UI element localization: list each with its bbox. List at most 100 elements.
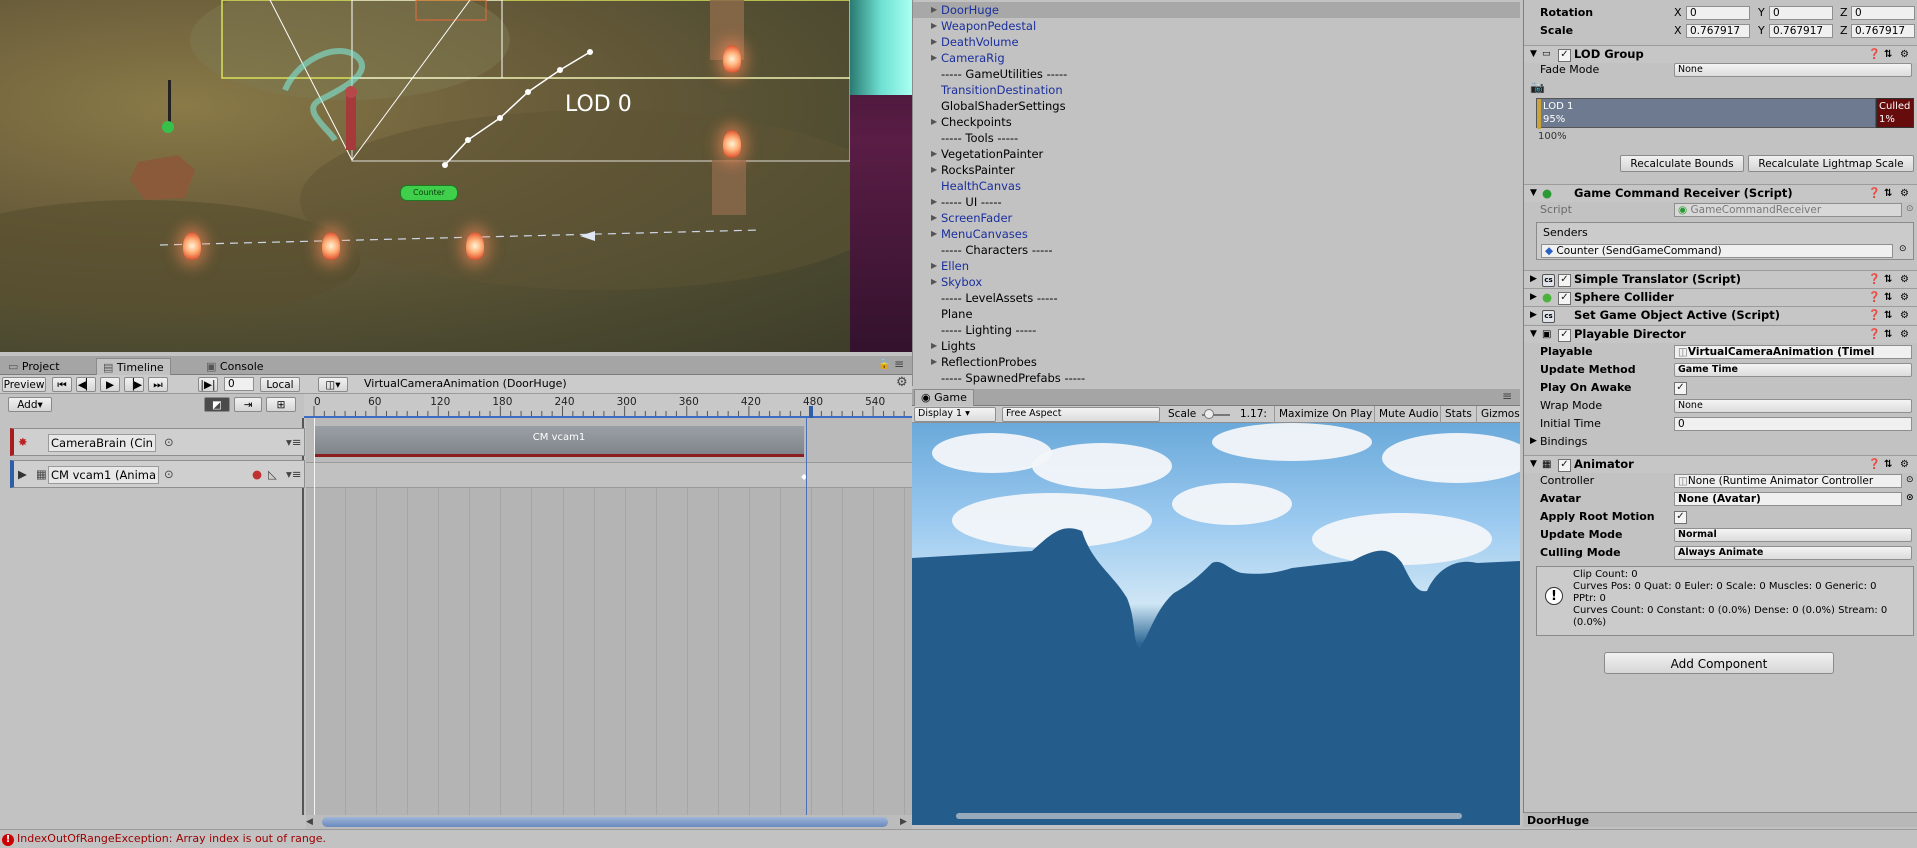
gear-icon[interactable]: ⚙ [1900,185,1909,202]
frame-field[interactable]: 0 [224,377,254,391]
scale-y-field[interactable]: 0.767917 [1769,24,1833,38]
scale-slider-knob[interactable] [1204,409,1214,419]
maximize-on-play-button[interactable]: Maximize On Play [1274,406,1372,423]
culling-mode-dropdown[interactable]: Always Animate [1674,546,1912,560]
hierarchy-item[interactable]: ▶ VegetationPainter [913,146,1520,162]
rotation-x-field[interactable]: 0 [1686,6,1750,20]
expand-arrow-icon[interactable]: ▶ [931,210,937,226]
enabled-checkbox[interactable]: ✓ [1558,292,1571,305]
menu-icon[interactable]: ≡ [894,357,904,371]
game-view-canvas[interactable] [912,423,1520,825]
foldout-icon[interactable]: ▼ [1530,326,1537,343]
stats-button[interactable]: Stats [1440,406,1472,423]
hierarchy-item[interactable]: ▶ ----- UI ----- [913,194,1520,210]
preset-icon[interactable]: ⇅ [1884,456,1892,473]
scroll-left-icon[interactable]: ◀ [306,817,313,827]
playhead-handle[interactable] [809,406,813,418]
hierarchy-item[interactable]: ----- Tools ----- [913,130,1520,146]
enabled-checkbox[interactable]: ✓ [1558,274,1571,287]
hierarchy-item[interactable]: ▶ RocksPainter [913,162,1520,178]
next-frame-icon[interactable]: ▕▶ [124,377,144,392]
hierarchy-item[interactable]: ▶ CameraRig [913,50,1520,66]
hierarchy-item[interactable]: ▶ Skybox [913,274,1520,290]
target-icon[interactable]: ⊙ [164,429,174,455]
camera-icon[interactable]: 📷 [1530,80,1545,94]
preset-icon[interactable]: ⇅ [1884,185,1892,202]
foldout-icon[interactable]: ▼ [1530,185,1537,202]
initial-time-field[interactable]: 0 [1674,417,1912,431]
menu-icon[interactable]: ≡ [1502,389,1512,403]
hierarchy-item[interactable]: ▶ Ellen [913,258,1520,274]
expand-arrow-icon[interactable]: ▶ [931,34,937,50]
track-camera-brain[interactable]: ✸ CameraBrain (Cin ⊙ ▾≡ [10,428,305,456]
tab-project[interactable]: ▭ Project [2,358,66,375]
apply-root-motion-checkbox[interactable]: ✓ [1674,511,1687,524]
gear-icon[interactable]: ⚙ [1900,307,1909,324]
help-icon[interactable]: ❓ [1868,185,1880,202]
playhead-line[interactable] [806,418,807,815]
object-picker-icon[interactable]: ⊙ [1899,244,1907,254]
lod1-bar[interactable]: LOD 1 95% [1536,98,1876,129]
scroll-thumb[interactable] [322,817,888,827]
help-icon[interactable]: ❓ [1868,307,1880,324]
expand-arrow-icon[interactable]: ▶ [931,194,937,210]
help-icon[interactable]: ❓ [1868,456,1880,473]
enabled-checkbox[interactable]: ✓ [1558,459,1571,472]
mute-audio-button[interactable]: Mute Audio [1374,406,1438,423]
animator-header[interactable]: ▼ ▦ ✓ Animator ❓ ⇅ ⚙ [1524,455,1917,473]
curve-icon[interactable]: ◺ [268,461,277,487]
snap-mode-icon[interactable]: ⊞ [266,397,296,412]
hierarchy-item[interactable]: ----- Lighting ----- [913,322,1520,338]
expand-toggle-icon[interactable]: ▶ [18,461,27,487]
expand-arrow-icon[interactable]: ▶ [931,338,937,354]
simple-translator-header[interactable]: ▶ cs ✓ Simple Translator (Script) ❓ ⇅ ⚙ [1524,270,1917,288]
play-range-icon[interactable]: |▶| [198,377,218,392]
object-picker-icon[interactable]: ⊙ [1906,490,1914,507]
playable-field[interactable]: ◫VirtualCameraAnimation (Timel [1674,345,1912,359]
foldout-closed-icon[interactable]: ▶ [1530,307,1537,324]
expand-arrow-icon[interactable]: ▶ [931,146,937,162]
culled-bar[interactable]: Culled 1% [1876,98,1914,128]
game-scrollbar[interactable] [956,813,1462,819]
timeline-clip-area[interactable]: CM vcam1 ◆ [306,418,912,815]
game-command-receiver-header[interactable]: ▼ ● Game Command Receiver (Script) ❓ ⇅ ⚙ [1524,184,1917,202]
rotation-z-field[interactable]: 0 [1851,6,1915,20]
gizmos-button[interactable]: Gizmos [1476,406,1520,423]
gear-icon[interactable]: ⚙ [1900,289,1909,306]
curves-toggle-icon[interactable]: ◩ [204,397,230,412]
rotation-y-field[interactable]: 0 [1769,6,1833,20]
sender-item-field[interactable]: ◆ Counter (SendGameCommand) [1541,244,1893,258]
update-method-dropdown[interactable]: Game Time [1674,363,1912,377]
go-first-icon[interactable]: ⏮ [52,377,72,392]
expand-arrow-icon[interactable]: ▶ [931,114,937,130]
foldout-closed-icon[interactable]: ▶ [1530,289,1537,306]
display-dropdown[interactable]: Display 1 ▾ [914,407,996,422]
aspect-dropdown[interactable]: Free Aspect [1002,407,1160,422]
timeline-scrollbar[interactable]: ◀ ▶ [306,815,912,829]
hierarchy-item[interactable]: ▶ ReflectionProbes [913,354,1520,370]
scene-view[interactable]: LOD 0 Counter [0,0,912,352]
expand-arrow-icon[interactable]: ▶ [931,18,937,34]
hierarchy-item[interactable]: GlobalShaderSettings [913,98,1520,114]
object-picker-icon[interactable]: ⊙ [1906,472,1914,489]
hierarchy-item[interactable]: Plane [913,306,1520,322]
track-cm-vcam1[interactable]: ▶ ▦ CM vcam1 (Anima ⊙ ● ◺ ▾≡ [10,460,305,488]
preview-button[interactable]: Preview [2,377,46,392]
expand-arrow-icon[interactable]: ▶ [931,274,937,290]
enabled-checkbox[interactable]: ✓ [1558,329,1571,342]
hierarchy-item[interactable]: ▶ MenuCanvases [913,226,1520,242]
local-button[interactable]: Local [260,377,300,392]
hierarchy-item[interactable]: ▶ Lights [913,338,1520,354]
hierarchy-item[interactable]: ----- Characters ----- [913,242,1520,258]
hierarchy-item[interactable]: TransitionDestination [913,82,1520,98]
expand-arrow-icon[interactable]: ▶ [931,258,937,274]
timeline-ruler[interactable]: 0 60 120 180 240 300 360 420 480 540 [304,394,912,418]
go-last-icon[interactable]: ⏭ [148,377,168,392]
hierarchy-item[interactable]: ▶ DeathVolume [913,34,1520,50]
status-bar[interactable]: ! IndexOutOfRangeException: Array index i… [0,829,1917,847]
prev-frame-icon[interactable]: ◀▏ [76,377,96,392]
tab-console[interactable]: ▣ Console [200,358,270,375]
counter-badge[interactable]: Counter [400,185,458,201]
expand-arrow-icon[interactable]: ▶ [931,50,937,66]
play-on-awake-checkbox[interactable]: ✓ [1674,382,1687,395]
